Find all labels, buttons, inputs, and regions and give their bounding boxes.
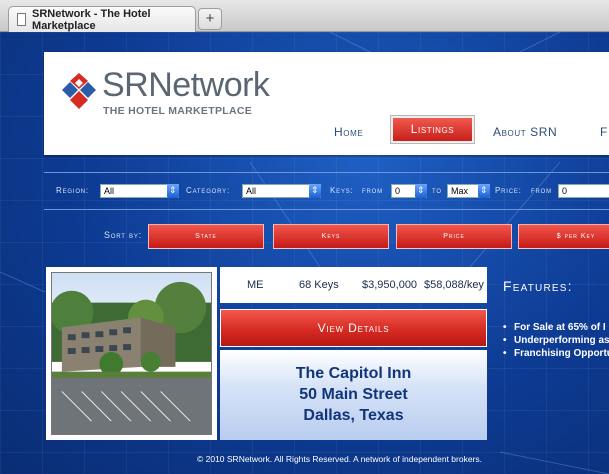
view-details-button[interactable]: View Details [220, 309, 487, 347]
hotel-city: Dallas, Texas [303, 407, 404, 424]
region-value: All [104, 186, 115, 196]
keys-label: Keys: [330, 186, 354, 195]
feature-item: Franchising Opportu [503, 347, 609, 360]
tab-title: SRNetwork - The Hotel Marketplace [32, 7, 151, 32]
logo-name[interactable]: SRNetwork [102, 68, 270, 102]
document-icon [17, 13, 27, 26]
category-select[interactable]: All [242, 184, 321, 198]
features-list: For Sale at 65% of I Underperforming as … [503, 321, 609, 360]
srnetwork-logo-icon[interactable] [61, 71, 97, 111]
browser-tab[interactable]: SRNetwork - The Hotel Marketplace [8, 6, 196, 32]
listing-price: $3,950,000 [362, 279, 418, 291]
sort-state-button[interactable]: State [148, 224, 264, 249]
listing-address[interactable]: The Capitol Inn 50 Main Street Dallas, T… [220, 350, 487, 440]
hotel-photo[interactable] [50, 272, 212, 435]
hotel-street: 50 Main Street [299, 386, 408, 403]
sort-bar: Sort by: State Keys Price $ per Key [44, 212, 609, 260]
sort-label: Sort by: [104, 230, 142, 240]
price-from-label: from [531, 186, 552, 195]
listing-keys: 68 Keys [299, 279, 339, 291]
nav-home[interactable]: Home [334, 125, 363, 139]
feature-item: For Sale at 65% of I [503, 321, 609, 334]
price-from-value: 0 [562, 186, 568, 196]
select-arrow-icon [309, 184, 321, 198]
keys-from-select[interactable]: 0 [391, 184, 427, 198]
keys-from-label: from [362, 186, 383, 195]
features-title: Features: [503, 278, 573, 294]
region-label: Region: [56, 186, 89, 195]
nav-about-srn[interactable]: About SRN [493, 125, 557, 139]
nav-item-truncated[interactable]: F [600, 125, 608, 139]
keys-to-label: to [432, 186, 442, 195]
listing-state: ME [247, 279, 264, 291]
listing-summary-row: ME 68 Keys $3,950,000 $58,088/key [220, 267, 487, 303]
keys-to-value: Max [451, 186, 469, 196]
filter-bar: Region: All Category: All Keys: from 0 t… [44, 172, 609, 210]
keys-to-select[interactable]: Max [447, 184, 490, 198]
category-label: Category: [186, 186, 230, 195]
select-arrow-icon [167, 184, 179, 198]
sort-price-button[interactable]: Price [396, 224, 512, 249]
logo-tagline: THE HOTEL MARKETPLACE [103, 105, 253, 117]
keys-from-value: 0 [395, 186, 401, 196]
nav-listings[interactable]: Listings [390, 115, 475, 144]
listing-price-per-key: $58,088/key [424, 279, 484, 291]
feature-item: Underperforming as [503, 334, 609, 347]
select-arrow-icon [415, 184, 427, 198]
site-header: SRNetwork THE HOTEL MARKETPLACE Home Lis… [44, 52, 609, 155]
sort-per-key-button[interactable]: $ per Key [518, 224, 609, 249]
select-arrow-icon [478, 184, 490, 198]
new-tab-button[interactable]: + [198, 8, 222, 30]
hotel-photo-frame[interactable] [46, 267, 217, 440]
price-from-input[interactable]: 0 [558, 184, 609, 198]
category-value: All [246, 186, 257, 196]
browser-tabbar: SRNetwork - The Hotel Marketplace + [0, 0, 609, 32]
sort-keys-button[interactable]: Keys [273, 224, 389, 249]
region-select[interactable]: All [100, 184, 179, 198]
footer-copyright: © 2010 SRNetwork. All Rights Reserved. A… [196, 454, 483, 464]
price-label: Price: [495, 186, 522, 195]
hotel-name: The Capitol Inn [295, 365, 412, 382]
